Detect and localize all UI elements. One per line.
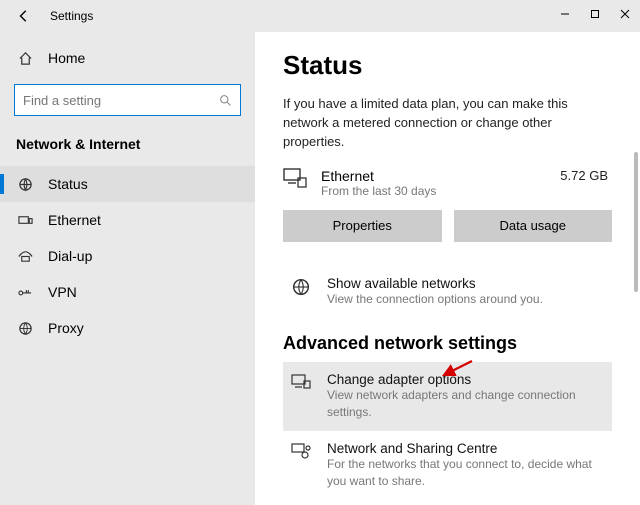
option-title: Network and Sharing Centre [327,441,606,456]
nav-status[interactable]: Status [0,166,255,202]
title-bar: Settings [0,0,640,32]
window-controls [550,0,640,28]
option-title: Change adapter options [327,372,606,387]
change-adapter-option[interactable]: Change adapter options View network adap… [283,362,612,431]
option-sub: View the connection options around you. [327,291,606,308]
data-usage-button[interactable]: Data usage [454,210,613,242]
main-content: Status If you have a limited data plan, … [255,32,640,505]
network-size: 5.72 GB [560,168,612,183]
nav-ethernet[interactable]: Ethernet [0,202,255,238]
option-sub: For the networks that you connect to, de… [327,456,606,490]
close-button[interactable] [610,0,640,28]
home-icon [16,51,34,66]
nav-vpn[interactable]: VPN [0,274,255,310]
page-description: If you have a limited data plan, you can… [283,95,603,152]
troubleshooter-option[interactable]: Network troubleshooter Diagnose and fix … [283,500,612,505]
option-sub: View network adapters and change connect… [327,387,606,421]
page-title: Status [283,50,612,81]
search-input-wrap[interactable] [14,84,241,116]
proxy-icon [16,321,34,336]
nav-dialup[interactable]: Dial-up [0,238,255,274]
search-icon [219,94,232,107]
properties-button[interactable]: Properties [283,210,442,242]
back-button[interactable] [12,4,36,28]
sidebar: Home Network & Internet Status Ethernet … [0,32,255,505]
minimize-button[interactable] [550,0,580,28]
nav-label: Proxy [48,320,84,336]
scrollbar[interactable] [634,152,638,292]
category-title: Network & Internet [0,134,255,166]
network-name: Ethernet [321,168,560,184]
adapter-icon [289,372,313,390]
maximize-button[interactable] [580,0,610,28]
search-input[interactable] [23,93,219,108]
nav-label: Status [48,176,88,192]
monitor-icon [283,168,311,190]
nav-proxy[interactable]: Proxy [0,310,255,346]
globe-icon [289,276,313,296]
nav-label: Ethernet [48,212,101,228]
option-title: Show available networks [327,276,606,291]
network-sub: From the last 30 days [321,184,560,198]
network-row: Ethernet From the last 30 days 5.72 GB [283,168,612,198]
nav-label: VPN [48,284,77,300]
home-nav[interactable]: Home [0,44,255,72]
dialup-icon [16,249,34,264]
home-label: Home [48,50,85,66]
sharing-centre-option[interactable]: Network and Sharing Centre For the netwo… [283,431,612,500]
window-title: Settings [50,9,93,23]
show-networks-option[interactable]: Show available networks View the connect… [283,266,612,318]
sharing-icon [289,441,313,461]
status-icon [16,177,34,192]
vpn-icon [16,287,34,298]
advanced-heading: Advanced network settings [283,333,612,354]
nav-label: Dial-up [48,248,92,264]
ethernet-icon [16,213,34,228]
